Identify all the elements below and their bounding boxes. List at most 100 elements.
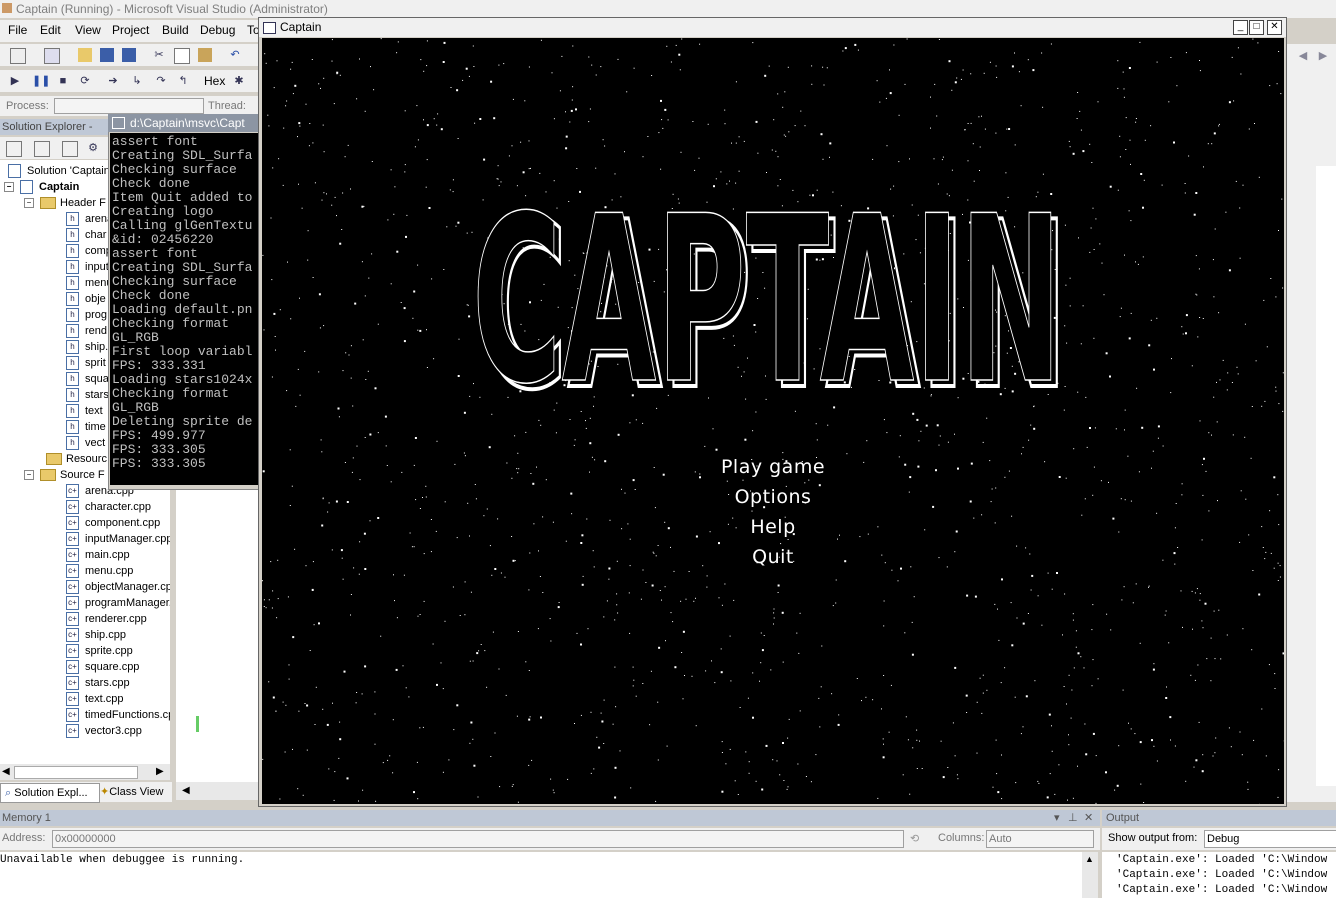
tree-source-file[interactable]: c+ vector3.cpp [66,723,142,739]
tree-header-file[interactable]: h stars [66,387,109,403]
cut-icon[interactable]: ✂ [152,48,166,62]
scroll-left-icon[interactable]: ◀ [2,766,10,777]
folder-icon [40,197,56,210]
solution-hscrollbar[interactable]: ◀ ▶ [0,764,170,780]
tree-source-file[interactable]: c+ main.cpp [66,547,130,563]
save-icon[interactable] [100,48,114,62]
tree-source-folder[interactable]: − Source F [24,467,105,483]
tree-source-file[interactable]: c+ timedFunctions.cp [66,707,170,723]
tree-source-file[interactable]: c+ component.cpp [66,515,160,531]
scroll-up-icon[interactable]: ▲ [1085,854,1094,864]
menu-view[interactable]: View [75,23,101,37]
tree-header-file[interactable]: h sprit [66,355,106,371]
tree-header-file[interactable]: h obje [66,291,106,307]
menu-file[interactable]: File [8,23,27,37]
output-source-dropdown[interactable]: Debug [1204,830,1336,848]
columns-dropdown[interactable]: Auto [986,830,1094,848]
tree-source-file[interactable]: c+ character.cpp [66,499,151,515]
nav-forward-icon[interactable]: ▶ [1316,49,1330,63]
tree-solution[interactable]: Solution 'Captain' [8,163,112,179]
process-dropdown[interactable] [54,98,204,114]
step-into-icon[interactable]: ↳ [130,74,144,88]
tree-header-file[interactable]: h vect [66,435,105,451]
collapse-icon[interactable]: − [24,470,34,481]
continue-icon[interactable]: ▶ [8,74,22,88]
memory-header: Memory 1 ▾ ⊥ ✕ [0,810,1100,826]
tree-source-file[interactable]: c+ square.cpp [66,659,139,675]
restart-icon[interactable]: ⟳ [78,74,92,88]
tree-header-file[interactable]: h ship. [66,339,108,355]
tab-solution-explorer[interactable]: ⌕ Solution Expl... [0,783,100,803]
tree-header-file[interactable]: h comp [66,243,112,259]
tree-header-file[interactable]: h char [66,227,106,243]
show-all-files-icon[interactable] [34,141,50,157]
properties-icon[interactable] [6,141,22,157]
console-titlebar[interactable]: d:\Captain\msvc\Capt [108,114,260,132]
menu-options[interactable]: Options [262,486,1284,508]
tree-source-file[interactable]: c+ sprite.cpp [66,643,133,659]
tree-header-file[interactable]: h prog [66,307,107,323]
close-icon[interactable]: ✕ [1084,810,1093,826]
stop-debugging-icon[interactable]: ■ [56,74,70,88]
undo-icon[interactable]: ↶ [228,48,242,62]
tree-source-file[interactable]: c+ renderer.cpp [66,611,147,627]
tree-header-file[interactable]: h arena [66,211,113,227]
tab-class-view[interactable]: ✦Class View [96,783,167,801]
menu-debug[interactable]: Debug [200,23,235,37]
editor-hscrollbar[interactable]: ◀ [176,782,260,800]
step-over-icon[interactable]: ↷ [154,74,168,88]
scroll-right-icon[interactable]: ▶ [156,766,164,777]
new-project-icon[interactable] [10,48,26,64]
menu-project[interactable]: Project [112,23,149,37]
view-class-diagram-icon[interactable]: ⚙ [86,141,100,155]
tree-header-file[interactable]: h text [66,403,103,419]
tree-header-file[interactable]: h rend [66,323,107,339]
show-next-statement-icon[interactable]: ➔ [106,74,120,88]
refresh-icon[interactable] [62,141,78,157]
pin-icon[interactable]: ⊥ [1068,810,1078,826]
tree-header-file[interactable]: h input [66,259,109,275]
game-canvas[interactable]: CAPTAIN CAPTAIN Play game Options Help Q… [262,38,1284,804]
tree-header-file[interactable]: h time [66,419,106,435]
tree-source-file[interactable]: c+ text.cpp [66,691,124,707]
copy-icon[interactable] [174,48,190,64]
code-editor-area[interactable] [1316,166,1336,786]
dropdown-icon[interactable]: ▾ [1054,810,1060,826]
minimize-button[interactable]: _ [1233,20,1248,35]
address-input[interactable]: 0x00000000 [52,830,904,848]
reevaluate-icon[interactable]: ⟲ [910,832,919,845]
breakpoint-icon[interactable]: ✱ [232,74,246,88]
tree-source-file[interactable]: c+ programManager. [66,595,170,611]
collapse-icon[interactable]: − [24,198,34,209]
menu-play-game[interactable]: Play game [262,456,1284,478]
tree-header-folder[interactable]: − Header F [24,195,106,211]
menu-help[interactable]: Help [262,516,1284,538]
game-titlebar[interactable] [259,18,1286,37]
save-all-icon[interactable] [122,48,136,62]
close-button[interactable]: ✕ [1267,20,1282,35]
tree-source-file[interactable]: c+ menu.cpp [66,563,133,579]
collapse-icon[interactable]: − [4,182,14,193]
scroll-left-icon[interactable]: ◀ [182,785,190,796]
step-out-icon[interactable]: ↰ [176,74,190,88]
paste-icon[interactable] [198,48,212,62]
tree-project[interactable]: − Captain [4,179,79,195]
open-folder-icon[interactable] [78,48,92,62]
menu-quit[interactable]: Quit [262,546,1284,568]
break-all-icon[interactable]: ❚❚ [32,74,50,88]
tree-source-file[interactable]: c+ inputManager.cpp [66,531,170,547]
tree-header-file[interactable]: h squa [66,371,109,387]
nav-back-icon[interactable]: ◀ [1296,49,1310,63]
menu-edit[interactable]: Edit [40,23,61,37]
tree-source-file[interactable]: c+ stars.cpp [66,675,130,691]
menu-build[interactable]: Build [162,23,189,37]
tree-source-file[interactable]: c+ objectManager.cp [66,579,170,595]
add-item-icon[interactable] [44,48,60,64]
scroll-thumb[interactable] [14,766,138,779]
tree-header-file[interactable]: h menu [66,275,113,291]
tree-resource-folder[interactable]: Resourc [46,451,107,467]
hex-toggle[interactable]: Hex [204,74,225,88]
tree-source-file[interactable]: c+ ship.cpp [66,627,126,643]
maximize-button[interactable]: □ [1249,20,1264,35]
memory-vscrollbar[interactable]: ▲ [1082,852,1098,898]
